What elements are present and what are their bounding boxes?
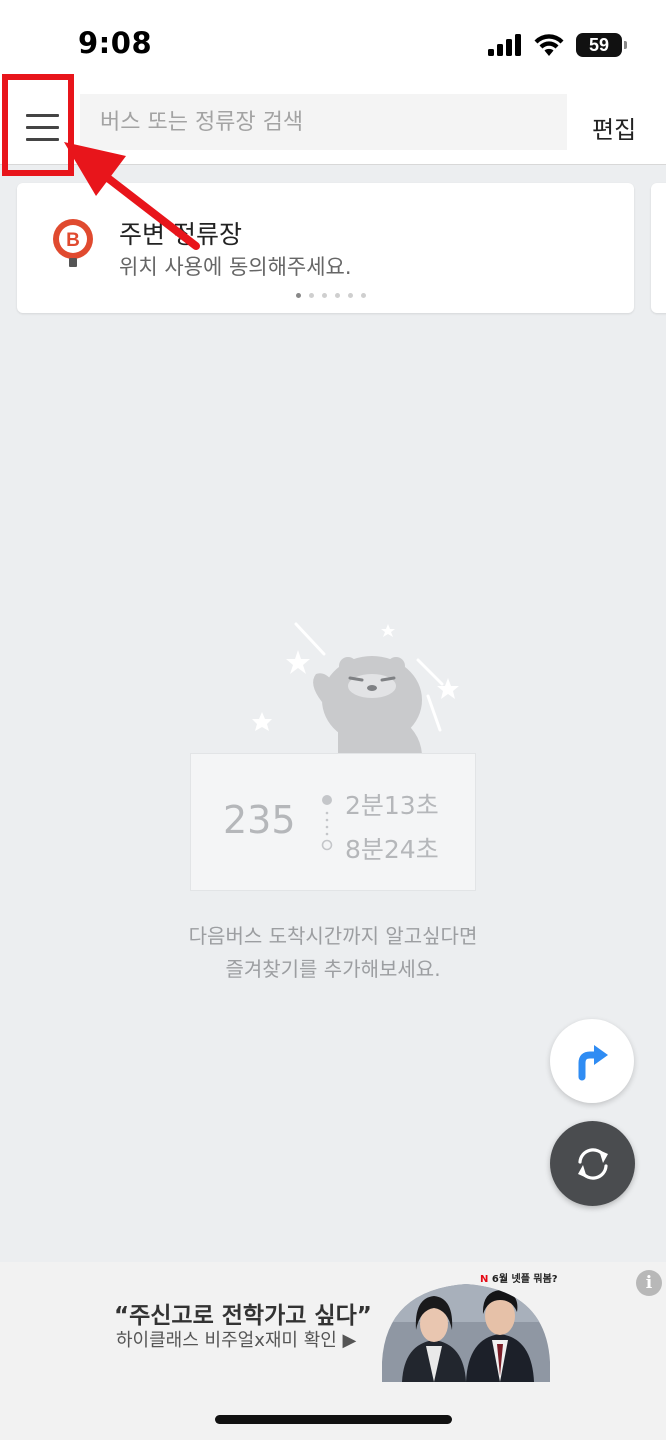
page-dot [322,293,327,298]
refresh-button[interactable] [550,1121,635,1206]
sample-arrival-times: 2분13초 8분24초 [345,784,439,872]
next-card-peek[interactable] [651,183,666,313]
sample-time-2: 8분24초 [345,835,439,864]
battery-level: 59 [588,34,610,55]
ad-subtitle: 하이클래스 비주얼x재미 확인 ▶ [116,1330,357,1351]
sample-favorite-card: 235 2분13초 8분24초 [190,753,476,891]
turn-right-arrow-icon [578,1045,608,1081]
menu-button[interactable] [2,74,74,176]
page-indicator [296,293,366,298]
edit-button[interactable]: 편집 [592,110,636,145]
nearby-stops-card[interactable]: B 주변 정류장 위치 사용에 동의해주세요. [17,183,634,313]
home-indicator[interactable] [215,1415,452,1424]
status-time: 9:08 [78,26,153,60]
ad-image [382,1284,550,1382]
status-bar: 9:08 59 [0,0,666,88]
card-title: 주변 정류장 [119,220,242,249]
top-bar: 편집 [0,74,666,176]
card-subtitle: 위치 사용에 동의해주세요. [119,255,352,279]
cellular-signal-icon [488,34,521,56]
ad-info-button[interactable]: i [636,1270,662,1296]
empty-message-line-2: 즐겨찾기를 추가해보세요. [225,957,441,981]
directions-button[interactable] [550,1019,634,1103]
refresh-icon [577,1147,608,1180]
page-dot [309,293,314,298]
page-dot [296,293,301,298]
sample-route-number: 235 [223,798,296,842]
ad-banner[interactable]: “주신고로 전학가고 싶다” 하이클래스 비주얼x재미 확인 ▶ N 6월 넷플… [0,1262,666,1440]
system-icons: 59 [488,30,627,60]
page-dot [361,293,366,298]
sample-time-1: 2분13초 [345,791,439,820]
timeline-icon [321,795,333,851]
bus-stop-icon-letter: B [66,230,80,251]
ad-title: “주신고로 전학가고 싶다” [114,1303,372,1329]
hamburger-line [26,114,59,117]
page-dot [335,293,340,298]
search-input[interactable] [98,108,567,136]
battery-icon: 59 [576,33,627,57]
hamburger-line [26,138,59,141]
page-dot [348,293,353,298]
search-box[interactable] [80,94,567,150]
wifi-icon [534,34,564,56]
bus-stop-icon: B [53,219,93,267]
hamburger-line [26,126,59,129]
empty-message-line-1: 다음버스 도착시간까지 알고싶다면 [188,924,478,948]
empty-state-message: 다음버스 도착시간까지 알고싶다면 즐겨찾기를 추가해보세요. [0,920,666,986]
